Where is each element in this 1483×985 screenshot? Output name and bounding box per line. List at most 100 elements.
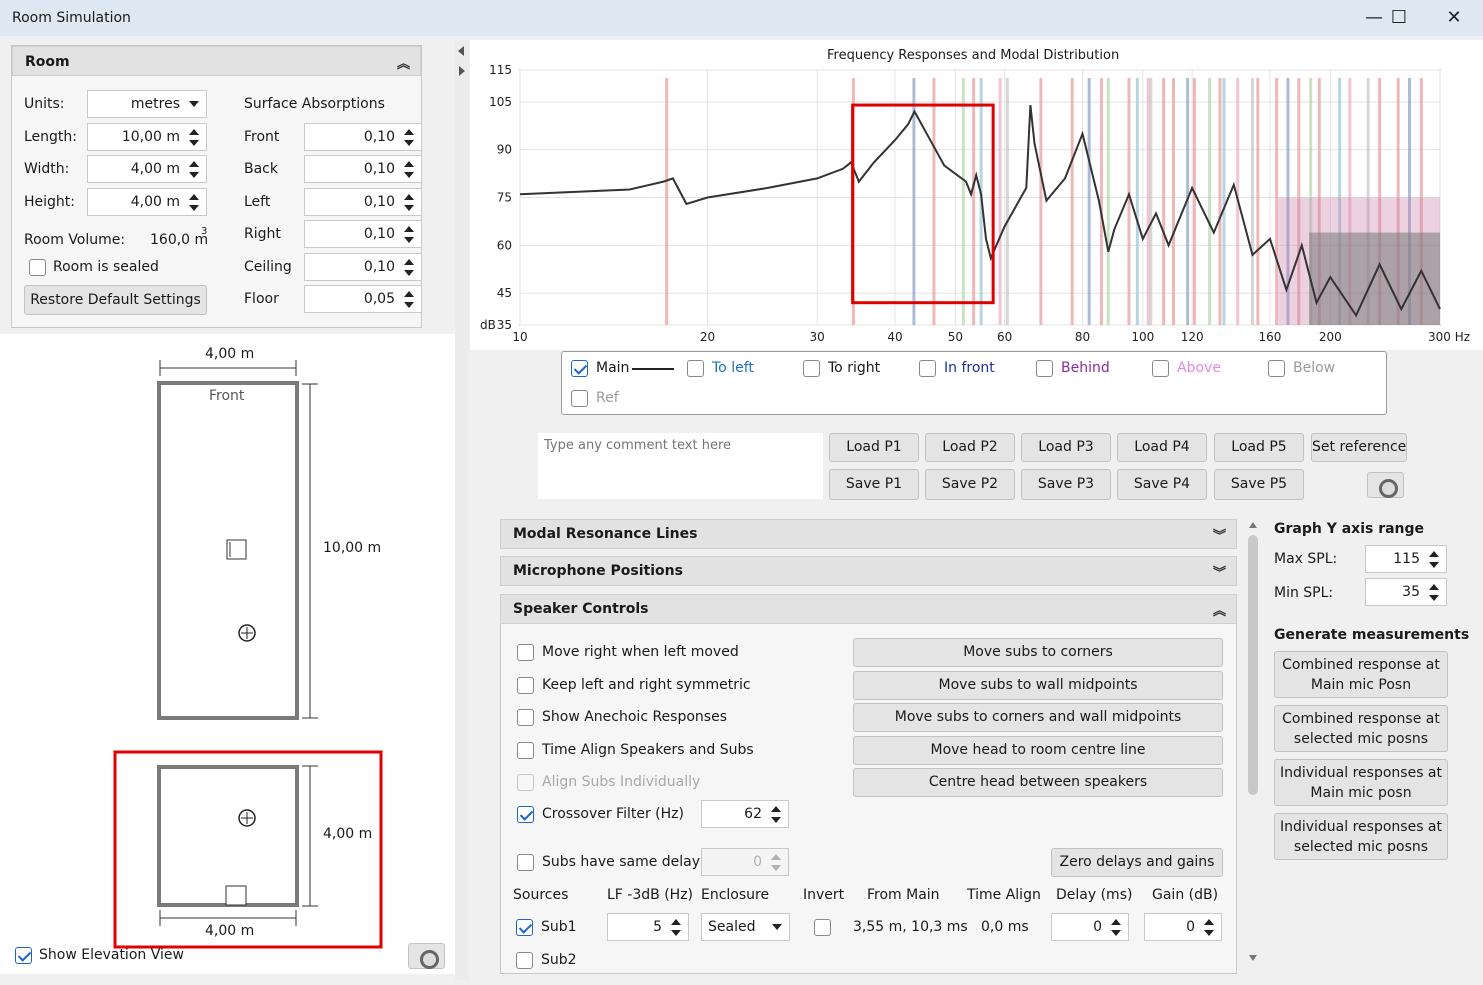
expand-icon[interactable]: ︾ [1213,525,1226,544]
spinner-arrows-icon[interactable] [402,159,416,181]
time-align-checkbox[interactable] [517,742,534,759]
legend-to-left-checkbox[interactable] [687,360,704,377]
save-p2-button[interactable]: Save P2 [925,469,1015,500]
units-select[interactable]: metres [87,90,207,118]
spinner-arrows-icon[interactable] [402,289,416,311]
subs-to-midpoints-button[interactable]: Move subs to wall midpoints [853,671,1223,700]
camera-icon[interactable] [408,943,445,969]
spinner-arrows-icon[interactable] [769,804,783,826]
save-p1-button[interactable]: Save P1 [829,469,919,500]
scrollbar-thumb[interactable] [1248,535,1258,795]
show-anechoic-checkbox[interactable] [517,709,534,726]
spinner-arrows-icon[interactable] [1427,582,1441,604]
spinner-arrows-icon[interactable] [1109,917,1123,939]
combined-selected-button[interactable]: Combined response at selected mic posns [1274,705,1448,752]
load-p4-button[interactable]: Load P4 [1117,433,1207,462]
crossover-spinner[interactable]: 62 [701,800,789,828]
spinner-arrows-icon[interactable] [402,257,416,279]
legend-main-checkbox[interactable] [571,360,588,377]
crossover-checkbox[interactable] [517,806,534,823]
back-absorption-spinner[interactable]: 0,10 [304,155,422,183]
right-absorption-spinner[interactable]: 0,10 [304,220,422,248]
spinner-arrows-icon[interactable] [669,917,683,939]
scroll-down-icon[interactable] [1249,955,1257,961]
individual-main-button[interactable]: Individual responses at Main mic posn [1274,759,1448,806]
load-p2-button[interactable]: Load P2 [925,433,1015,462]
floor-absorption-spinner[interactable]: 0,05 [304,285,422,313]
move-right-checkbox[interactable] [517,644,534,661]
collapse-icon[interactable]: ︽ [1213,600,1226,619]
legend-to-right-checkbox[interactable] [803,360,820,377]
save-p5-button[interactable]: Save P5 [1214,469,1304,500]
save-p3-button[interactable]: Save P3 [1021,469,1111,500]
comment-textarea[interactable] [538,433,823,499]
length-spinner[interactable]: 10,00 m [87,123,207,151]
save-p4-button[interactable]: Save P4 [1117,469,1207,500]
spinner-arrows-icon[interactable] [187,127,201,149]
legend-above-checkbox[interactable] [1152,360,1169,377]
scroll-up-icon[interactable] [1249,522,1257,528]
ceiling-absorption-spinner[interactable]: 0,10 [304,253,422,281]
max-spl-spinner[interactable]: 115 [1365,545,1447,573]
legend-in-front-checkbox[interactable] [919,360,936,377]
width-spinner[interactable]: 4,00 m [87,155,207,183]
close-button[interactable]: ✕ [1432,4,1476,32]
scrollbar[interactable] [1246,519,1260,966]
collapse-left-icon[interactable] [458,46,464,56]
load-p5-button[interactable]: Load P5 [1214,433,1304,462]
room-sealed-checkbox[interactable] [29,259,46,276]
head-centre-line-button[interactable]: Move head to room centre line [853,736,1223,765]
spinner-arrows-icon[interactable] [402,127,416,149]
modal-resonance-header[interactable]: Modal Resonance Lines ︾ [500,519,1237,549]
crossover-label: Crossover Filter (Hz) [542,806,684,822]
speaker-controls-header[interactable]: Speaker Controls ︽ [500,594,1237,624]
room-panel-header[interactable]: Room ︽ [12,46,421,76]
load-p3-button[interactable]: Load P3 [1021,433,1111,462]
individual-selected-button[interactable]: Individual responses at selected mic posn… [1274,813,1448,860]
button-line: Individual responses at [1279,819,1443,835]
spinner-arrows-icon[interactable] [187,159,201,181]
legend-ref-checkbox[interactable] [571,390,588,407]
subs-to-corners-button[interactable]: Move subs to corners [853,638,1223,667]
legend-below-checkbox[interactable] [1268,360,1285,377]
sub1-gain-spinner[interactable]: 0 [1144,913,1222,941]
keep-symmetric-checkbox[interactable] [517,677,534,694]
x-tick-label: 200 [1319,330,1342,344]
subs-corners-midpoints-button[interactable]: Move subs to corners and wall midpoints [853,703,1223,732]
restore-defaults-button[interactable]: Restore Default Settings [24,285,207,315]
spinner-arrows-icon[interactable] [187,192,201,214]
min-spl-spinner[interactable]: 35 [1365,578,1447,606]
sub1-checkbox[interactable] [516,919,533,936]
chart-camera-icon[interactable] [1367,472,1404,498]
set-reference-button[interactable]: Set reference [1311,433,1407,462]
frequency-chart[interactable]: 115 105 90 75 60 45 35dB 10 20 30 40 50 60 80 100 120 16… [470,60,1483,350]
sub2-checkbox[interactable] [516,952,533,969]
zero-delays-button[interactable]: Zero delays and gains [1051,848,1223,877]
x-tick-label: 20 [700,330,715,344]
show-elevation-checkbox[interactable] [15,947,32,964]
height-spinner[interactable]: 4,00 m [87,188,207,216]
room-plan-drawing[interactable] [0,334,455,974]
legend-behind-checkbox[interactable] [1036,360,1053,377]
sub1-enclosure-select[interactable]: Sealed [701,913,790,941]
same-delay-checkbox[interactable] [517,854,534,871]
maximize-button[interactable]: ☐ [1377,4,1421,32]
spinner-arrows-icon[interactable] [1427,549,1441,571]
centre-head-button[interactable]: Centre head between speakers [853,768,1223,797]
microphone-positions-header[interactable]: Microphone Positions ︾ [500,556,1237,586]
front-absorption-spinner[interactable]: 0,10 [304,123,422,151]
spinner-arrows-icon[interactable] [1202,917,1216,939]
sub1-invert-checkbox[interactable] [814,919,831,936]
expand-icon[interactable]: ︾ [1213,562,1226,581]
spinner-arrows-icon[interactable] [402,224,416,246]
sub1-delay-spinner[interactable]: 0 [1051,913,1129,941]
sub1-lf-spinner[interactable]: 5 [607,913,689,941]
splitter[interactable] [455,40,469,980]
collapse-icon[interactable]: ︽ [397,53,410,72]
left-absorption-spinner[interactable]: 0,10 [304,188,422,216]
combined-main-button[interactable]: Combined response at Main mic Posn [1274,651,1448,698]
button-line: Combined response at [1282,711,1440,727]
expand-right-icon[interactable] [459,66,465,76]
load-p1-button[interactable]: Load P1 [829,433,919,462]
spinner-arrows-icon[interactable] [402,192,416,214]
